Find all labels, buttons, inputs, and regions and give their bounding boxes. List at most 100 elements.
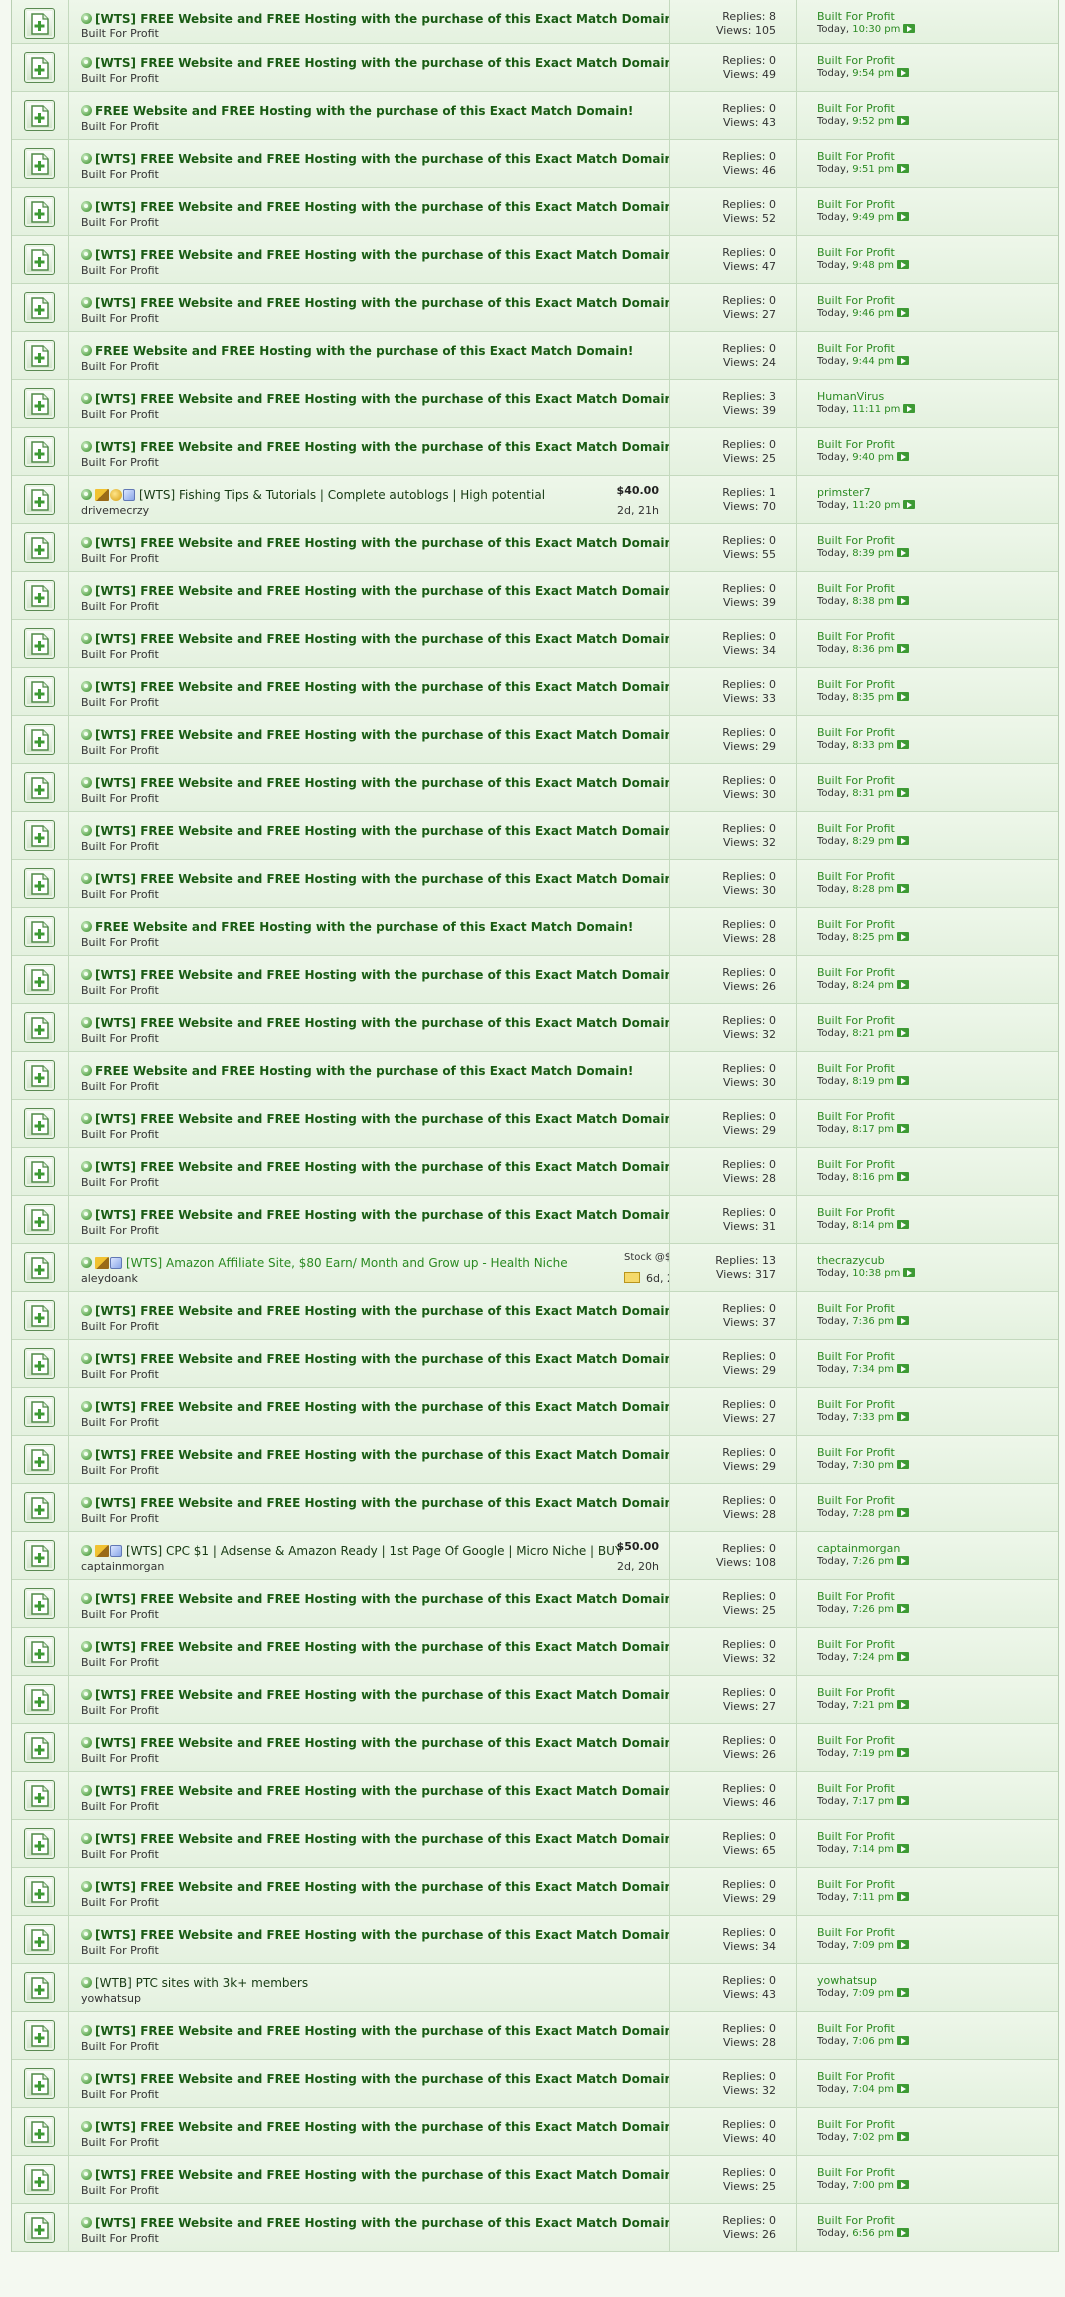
thread-new-icon[interactable] xyxy=(24,52,55,83)
thread-row[interactable]: [WTS] FREE Website and FREE Hosting with… xyxy=(12,764,1058,812)
thread-author[interactable]: Built For Profit xyxy=(81,1368,159,1381)
thread-new-icon[interactable] xyxy=(24,1060,55,1091)
go-to-last-post-icon[interactable] xyxy=(897,1796,910,1805)
last-post-user[interactable]: Built For Profit xyxy=(817,726,895,739)
status-dot-icon[interactable] xyxy=(81,1689,92,1700)
thread-author[interactable]: Built For Profit xyxy=(81,120,159,133)
thread-author[interactable]: Built For Profit xyxy=(81,1128,159,1141)
thread-row[interactable]: [WTS] FREE Website and FREE Hosting with… xyxy=(12,1724,1058,1772)
go-to-last-post-icon[interactable] xyxy=(903,404,916,413)
go-to-last-post-icon[interactable] xyxy=(897,1556,910,1565)
thread-new-icon[interactable] xyxy=(24,1588,55,1619)
thread-new-icon[interactable] xyxy=(24,1252,55,1283)
thread-row[interactable]: [WTS] FREE Website and FREE Hosting with… xyxy=(12,1628,1058,1676)
go-to-last-post-icon[interactable] xyxy=(897,1124,910,1133)
thread-title-link[interactable]: [WTS] FREE Website and FREE Hosting with… xyxy=(95,1016,669,1030)
thread-title-link[interactable]: [WTS] FREE Website and FREE Hosting with… xyxy=(95,440,669,454)
thread-row[interactable]: [WTS] FREE Website and FREE Hosting with… xyxy=(12,2012,1058,2060)
status-dot-icon[interactable] xyxy=(81,1257,92,1268)
thread-row[interactable]: [WTS] FREE Website and FREE Hosting with… xyxy=(12,956,1058,1004)
thread-new-icon[interactable] xyxy=(24,868,55,899)
status-dot-icon[interactable] xyxy=(81,921,92,932)
thread-title-link[interactable]: [WTS] FREE Website and FREE Hosting with… xyxy=(95,296,669,310)
status-dot-icon[interactable] xyxy=(81,1017,92,1028)
go-to-last-post-icon[interactable] xyxy=(897,2036,910,2045)
status-dot-icon[interactable] xyxy=(81,2169,92,2180)
thread-new-icon[interactable] xyxy=(24,1492,55,1523)
thread-author[interactable]: Built For Profit xyxy=(81,264,159,277)
thread-row[interactable]: [WTS] FREE Website and FREE Hosting with… xyxy=(12,188,1058,236)
thread-author[interactable]: Built For Profit xyxy=(81,1512,159,1525)
go-to-last-post-icon[interactable] xyxy=(897,1508,910,1517)
thread-author[interactable]: Built For Profit xyxy=(81,792,159,805)
status-dot-icon[interactable] xyxy=(81,585,92,596)
thread-row[interactable]: [WTS] FREE Website and FREE Hosting with… xyxy=(12,1916,1058,1964)
go-to-last-post-icon[interactable] xyxy=(897,1700,910,1709)
thread-row[interactable]: FREE Website and FREE Hosting with the p… xyxy=(12,92,1058,140)
go-to-last-post-icon[interactable] xyxy=(897,596,910,605)
go-to-last-post-icon[interactable] xyxy=(897,1220,910,1229)
thread-title-link[interactable]: [WTS] FREE Website and FREE Hosting with… xyxy=(95,968,669,982)
last-post-user[interactable]: thecrazycub xyxy=(817,1254,885,1267)
thread-row[interactable]: [WTS] FREE Website and FREE Hosting with… xyxy=(12,2204,1058,2252)
thread-author[interactable]: Built For Profit xyxy=(81,1320,159,1333)
thread-title-link[interactable]: [WTS] FREE Website and FREE Hosting with… xyxy=(95,2072,669,2086)
thread-new-icon[interactable] xyxy=(24,1924,55,1955)
thread-new-icon[interactable] xyxy=(24,436,55,467)
thread-title-link[interactable]: [WTS] FREE Website and FREE Hosting with… xyxy=(95,1160,669,1174)
thread-row[interactable]: FREE Website and FREE Hosting with the p… xyxy=(12,332,1058,380)
status-dot-icon[interactable] xyxy=(81,2217,92,2228)
thread-title-link[interactable]: [WTS] FREE Website and FREE Hosting with… xyxy=(95,872,669,886)
thread-title-link[interactable]: [WTS] FREE Website and FREE Hosting with… xyxy=(95,1400,669,1414)
thread-title-link[interactable]: [WTS] FREE Website and FREE Hosting with… xyxy=(95,248,669,262)
thread-title-link[interactable]: [WTS] FREE Website and FREE Hosting with… xyxy=(95,152,669,166)
thread-author[interactable]: aleydoank xyxy=(81,1272,138,1285)
thread-author[interactable]: Built For Profit xyxy=(81,2184,159,2197)
thread-title-link[interactable]: [WTS] FREE Website and FREE Hosting with… xyxy=(95,1640,669,1654)
status-dot-icon[interactable] xyxy=(81,1353,92,1364)
thread-title-link[interactable]: [WTS] FREE Website and FREE Hosting with… xyxy=(95,824,669,838)
thread-title-link[interactable]: FREE Website and FREE Hosting with the p… xyxy=(95,920,633,934)
go-to-last-post-icon[interactable] xyxy=(897,1460,910,1469)
thread-author[interactable]: Built For Profit xyxy=(81,648,159,661)
last-post-user[interactable]: Built For Profit xyxy=(817,1158,895,1171)
thread-title-link[interactable]: [WTS] Fishing Tips & Tutorials | Complet… xyxy=(139,488,545,502)
thread-new-icon[interactable] xyxy=(24,148,55,179)
thread-new-icon[interactable] xyxy=(24,820,55,851)
thread-author[interactable]: captainmorgan xyxy=(81,1560,164,1573)
status-dot-icon[interactable] xyxy=(81,13,92,24)
status-dot-icon[interactable] xyxy=(81,1929,92,1940)
status-dot-icon[interactable] xyxy=(81,1785,92,1796)
thread-row[interactable]: [WTS] FREE Website and FREE Hosting with… xyxy=(12,1148,1058,1196)
thread-author[interactable]: Built For Profit xyxy=(81,2040,159,2053)
thread-author[interactable]: Built For Profit xyxy=(81,1176,159,1189)
thread-author[interactable]: Built For Profit xyxy=(81,1896,159,1909)
thread-row[interactable]: FREE Website and FREE Hosting with the p… xyxy=(12,908,1058,956)
go-to-last-post-icon[interactable] xyxy=(897,788,910,797)
go-to-last-post-icon[interactable] xyxy=(897,1652,910,1661)
thread-author[interactable]: Built For Profit xyxy=(81,216,159,229)
last-post-user[interactable]: Built For Profit xyxy=(817,1734,895,1747)
thread-new-icon[interactable] xyxy=(24,244,55,275)
thread-row[interactable]: [WTS] FREE Website and FREE Hosting with… xyxy=(12,1004,1058,1052)
go-to-last-post-icon[interactable] xyxy=(897,2132,910,2141)
go-to-last-post-icon[interactable] xyxy=(897,1076,910,1085)
status-dot-icon[interactable] xyxy=(81,1977,92,1988)
go-to-last-post-icon[interactable] xyxy=(897,452,910,461)
thread-author[interactable]: Built For Profit xyxy=(81,1224,159,1237)
thread-title-link[interactable]: [WTS] FREE Website and FREE Hosting with… xyxy=(95,1688,669,1702)
thread-title-link[interactable]: [WTS] FREE Website and FREE Hosting with… xyxy=(95,1592,669,1606)
last-post-user[interactable]: Built For Profit xyxy=(817,1398,895,1411)
thread-title-link[interactable]: [WTS] FREE Website and FREE Hosting with… xyxy=(95,776,669,790)
status-dot-icon[interactable] xyxy=(81,1593,92,1604)
last-post-user[interactable]: Built For Profit xyxy=(817,294,895,307)
status-dot-icon[interactable] xyxy=(81,1833,92,1844)
thread-row[interactable]: [WTS] FREE Website and FREE Hosting with… xyxy=(12,2060,1058,2108)
thread-row[interactable]: [WTS] FREE Website and FREE Hosting with… xyxy=(12,2156,1058,2204)
go-to-last-post-icon[interactable] xyxy=(897,1604,910,1613)
status-dot-icon[interactable] xyxy=(81,1401,92,1412)
thread-new-icon[interactable] xyxy=(24,724,55,755)
thread-new-icon[interactable] xyxy=(24,1348,55,1379)
status-dot-icon[interactable] xyxy=(81,2025,92,2036)
go-to-last-post-icon[interactable] xyxy=(897,740,910,749)
